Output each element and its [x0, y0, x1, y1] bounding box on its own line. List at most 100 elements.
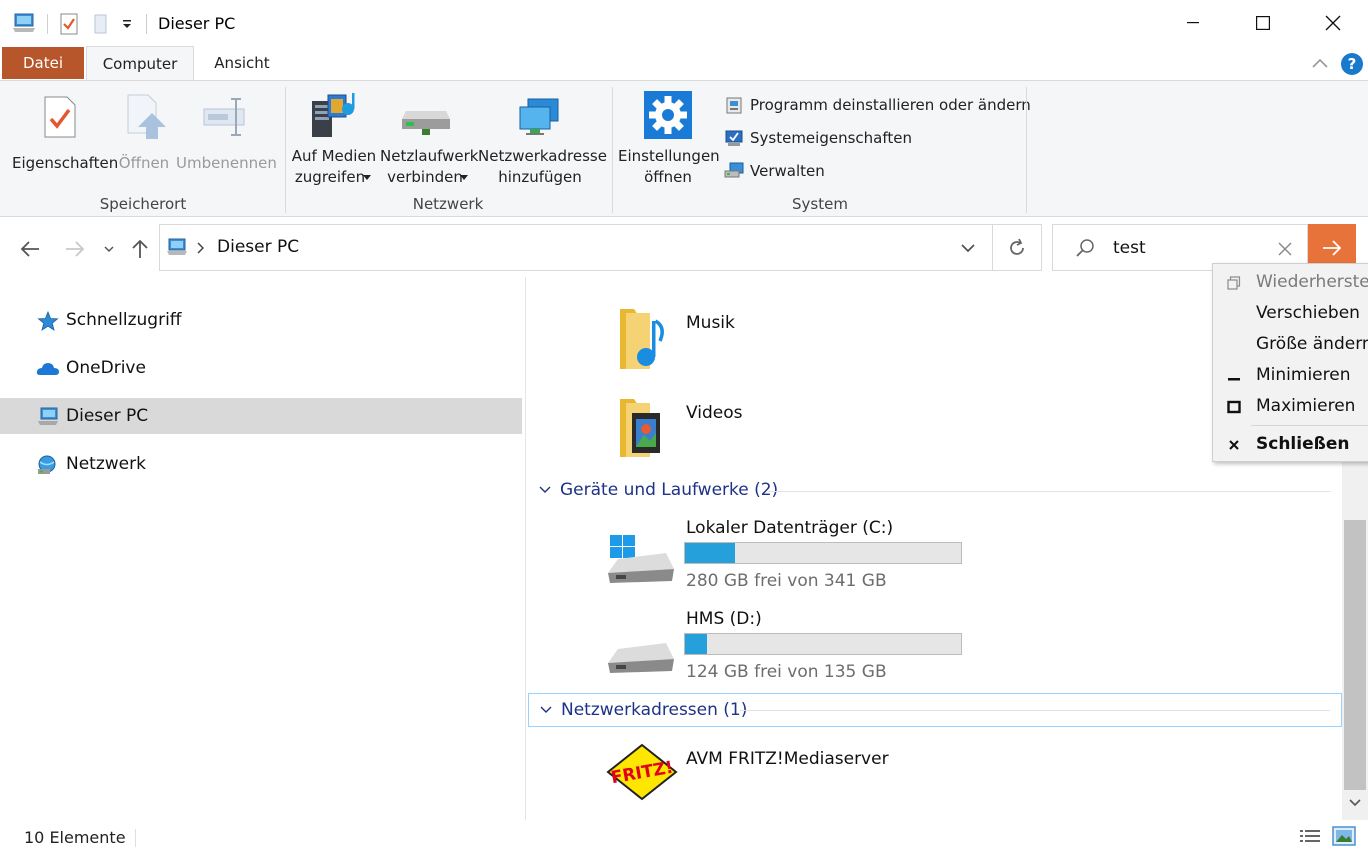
systemeigenschaften-label: Systemeigenschaften: [750, 129, 912, 147]
minimize-icon: [1228, 378, 1240, 381]
scroll-down-arrow-icon[interactable]: [1349, 798, 1361, 808]
forward-button[interactable]: [61, 235, 89, 263]
programm-deinstallieren-button[interactable]: Programm deinstallieren oder ändern: [724, 93, 1031, 117]
nav-item-label: OneDrive: [66, 358, 146, 378]
computer-icon: [167, 238, 187, 255]
netzlaufwerk-verbinden-button[interactable]: Netzlaufwerk verbinden: [380, 89, 478, 189]
netzwerkadresse-hinzufuegen-button[interactable]: Netzwerkadresse hinzufügen: [478, 89, 607, 189]
tab-ansicht[interactable]: Ansicht: [200, 46, 284, 80]
drive-c[interactable]: [608, 535, 676, 585]
windows-drive-icon: [608, 535, 674, 583]
auf-medien-label-2: zugreifen: [294, 168, 366, 186]
navigation-row: Dieser PC test: [0, 217, 1368, 277]
refresh-icon: [1009, 238, 1024, 255]
cloud-icon: [36, 363, 59, 375]
einstellungen-oeffnen-button[interactable]: Einstellungen öffnen: [618, 89, 720, 189]
nav-item-schnellzugriff[interactable]: Schnellzugriff: [0, 302, 522, 338]
folder-videos[interactable]: [614, 395, 674, 459]
netzlaufwerk-label-2: verbinden: [387, 168, 463, 186]
collapse-ribbon-button[interactable]: [1310, 54, 1330, 72]
arrow-right-icon: [66, 241, 85, 257]
drive-c-usage-bar: [684, 542, 962, 564]
address-bar[interactable]: Dieser PC: [159, 224, 993, 271]
close-icon: [1229, 440, 1239, 450]
breadcrumb-chevron-icon[interactable]: [196, 242, 204, 254]
menu-item-maximieren[interactable]: Maximieren: [1213, 392, 1368, 422]
chevron-down-icon: [539, 486, 551, 493]
title-bar: Dieser PC: [0, 0, 1368, 46]
group-speicherort-label: Speicherort: [99, 195, 187, 213]
drive-c-label[interactable]: Lokaler Datenträger (C:): [686, 518, 893, 538]
up-button[interactable]: [126, 235, 154, 263]
large-icons-view-icon[interactable]: [1332, 826, 1356, 846]
menu-item-schliessen[interactable]: Schließen: [1213, 430, 1368, 460]
details-view-icon[interactable]: [1299, 828, 1321, 846]
oeffnen-button[interactable]: Öffnen: [116, 91, 172, 179]
address-history-chevron-icon[interactable]: [960, 243, 976, 253]
rename-icon: [203, 98, 245, 136]
close-button[interactable]: [1298, 0, 1368, 46]
open-icon: [127, 94, 166, 139]
nav-item-netzwerk[interactable]: Netzwerk: [0, 446, 522, 482]
group-divider: [740, 710, 1330, 711]
help-button[interactable]: ?: [1341, 53, 1363, 75]
drive-d-label[interactable]: HMS (D:): [686, 609, 762, 629]
help-icon: ?: [1347, 55, 1357, 73]
dropdown-arrow-icon: [363, 175, 371, 180]
customize-quick-access-icon[interactable]: [120, 18, 134, 30]
maximize-icon: [1227, 400, 1241, 414]
verwalten-button[interactable]: Verwalten: [724, 159, 825, 183]
nav-item-dieser-pc[interactable]: Dieser PC: [0, 398, 522, 434]
menu-item-label: Schließen: [1256, 434, 1350, 454]
menu-item-groesse-aendern[interactable]: Größe ändern: [1213, 330, 1368, 360]
menu-item-wiederherstellen[interactable]: Wiederherstellen: [1213, 268, 1368, 298]
group-separator: [285, 87, 286, 213]
new-folder-quick-icon[interactable]: [94, 13, 108, 35]
menu-item-label: Minimieren: [1256, 365, 1351, 385]
recent-locations-button[interactable]: [96, 235, 122, 263]
arrow-up-icon: [132, 239, 148, 258]
group-divider: [768, 491, 1331, 492]
window-system-menu: Wiederherstellen Verschieben Größe änder…: [1212, 263, 1368, 462]
maximize-button[interactable]: [1228, 0, 1298, 46]
systemeigenschaften-button[interactable]: Systemeigenschaften: [724, 126, 912, 150]
menu-item-verschieben[interactable]: Verschieben: [1213, 299, 1368, 329]
properties-icon: [44, 96, 76, 138]
arrow-right-icon: [1323, 239, 1342, 256]
back-button[interactable]: [16, 235, 44, 263]
fritz-mediaserver-label[interactable]: AVM FRITZ!Mediaserver: [686, 749, 889, 769]
breadcrumb-dieser-pc[interactable]: Dieser PC: [217, 237, 299, 257]
umbenennen-button[interactable]: Umbenennen: [176, 91, 277, 179]
refresh-button[interactable]: [992, 224, 1042, 271]
clear-search-icon[interactable]: [1277, 241, 1293, 257]
restore-icon: [1227, 276, 1241, 290]
minimize-button[interactable]: [1158, 0, 1228, 46]
group-netzwerk-label: Netzwerk: [412, 195, 484, 213]
folder-videos-label[interactable]: Videos: [686, 403, 743, 423]
window-title: Dieser PC: [158, 14, 236, 33]
menu-item-label: Maximieren: [1256, 396, 1356, 416]
tab-datei[interactable]: Datei: [2, 47, 84, 79]
drive-c-usage-fill: [685, 543, 735, 563]
nav-item-onedrive[interactable]: OneDrive: [0, 350, 522, 386]
fritz-mediaserver[interactable]: FRITZ!: [606, 743, 678, 801]
search-icon: [1076, 239, 1094, 257]
eigenschaften-button[interactable]: Eigenschaften: [10, 91, 118, 179]
search-input[interactable]: test: [1113, 238, 1146, 258]
close-icon: [1325, 15, 1341, 31]
arrow-left-icon: [20, 241, 39, 257]
scrollbar-thumb[interactable]: [1344, 520, 1366, 790]
auf-medien-zugreifen-button[interactable]: Auf Medien zugreifen: [290, 89, 378, 189]
menu-item-minimieren[interactable]: Minimieren: [1213, 361, 1368, 391]
folder-musik[interactable]: [614, 307, 674, 371]
menu-separator: [1251, 425, 1368, 426]
tab-computer[interactable]: Computer: [86, 46, 194, 81]
explorer-window: Dieser PC Datei Computer Ansicht ? Eigen…: [0, 0, 1368, 855]
hard-drive-icon: [608, 643, 674, 673]
menu-item-label: Größe ändern: [1256, 334, 1368, 354]
programm-deinstallieren-label: Programm deinstallieren oder ändern: [750, 96, 1031, 114]
drive-d[interactable]: [608, 639, 676, 677]
folder-musik-label[interactable]: Musik: [686, 313, 735, 333]
properties-quick-icon[interactable]: [60, 13, 78, 35]
drive-d-usage-fill: [685, 634, 707, 654]
